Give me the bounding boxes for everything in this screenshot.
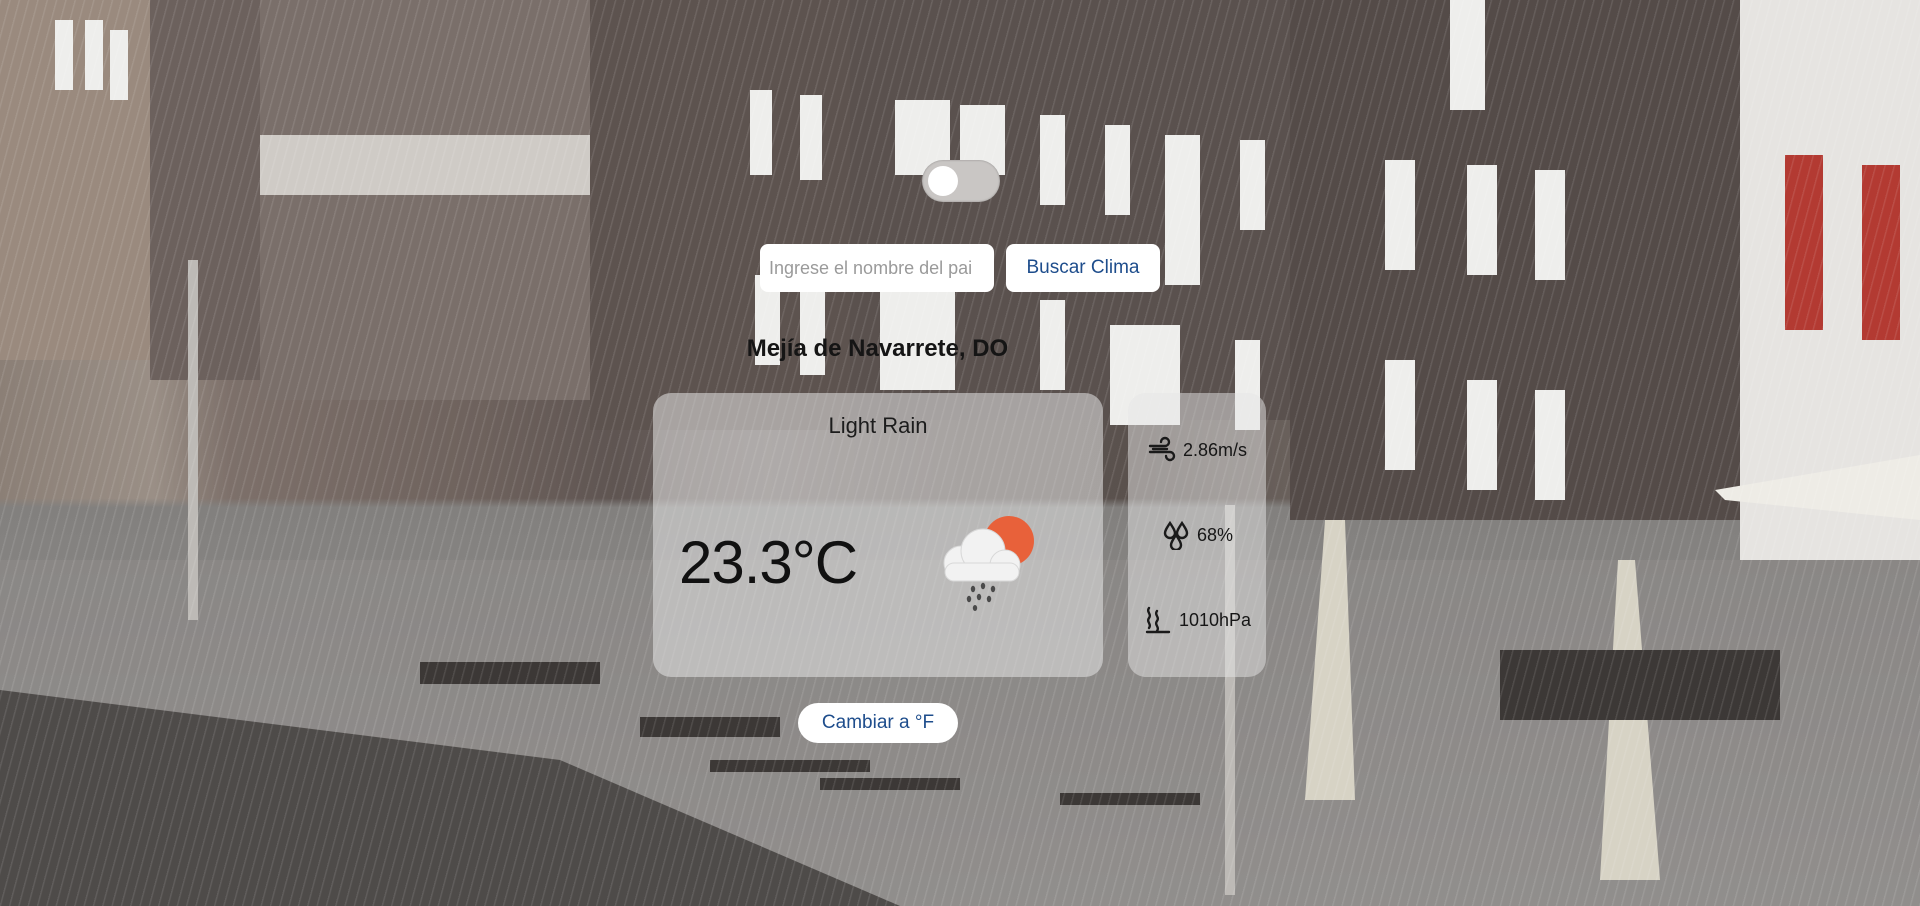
change-unit-button[interactable]: Cambiar a °F	[798, 703, 958, 743]
rain-cloud-sun-icon	[943, 516, 1034, 611]
humidity-value: 68%	[1196, 524, 1234, 545]
stats-card: 2.86m/s 68% 1010hPa	[1128, 393, 1266, 677]
pressure-value: 1010hPa	[1178, 609, 1252, 630]
wind-icon	[1148, 436, 1176, 462]
weather-condition: Light Rain	[828, 413, 928, 438]
pressure-icon	[1145, 606, 1171, 634]
wind-speed-value: 2.86m/s	[1182, 439, 1248, 460]
search-weather-button[interactable]: Buscar Clima	[1006, 244, 1160, 292]
temperature-value: 23.3°C	[679, 529, 858, 596]
wind-stat: 2.86m/s	[1128, 435, 1266, 465]
humidity-stat: 68%	[1128, 520, 1266, 550]
weather-card: Light Rain 23.3°C	[653, 393, 1103, 677]
toggle-knob[interactable]	[928, 166, 958, 196]
theme-toggle[interactable]	[922, 160, 1000, 202]
pressure-stat: 1010hPa	[1128, 605, 1266, 635]
location-title: Mejía de Navarrete, DO	[746, 335, 1009, 362]
humidity-icon	[1163, 520, 1189, 550]
country-search-input[interactable]	[760, 244, 994, 292]
